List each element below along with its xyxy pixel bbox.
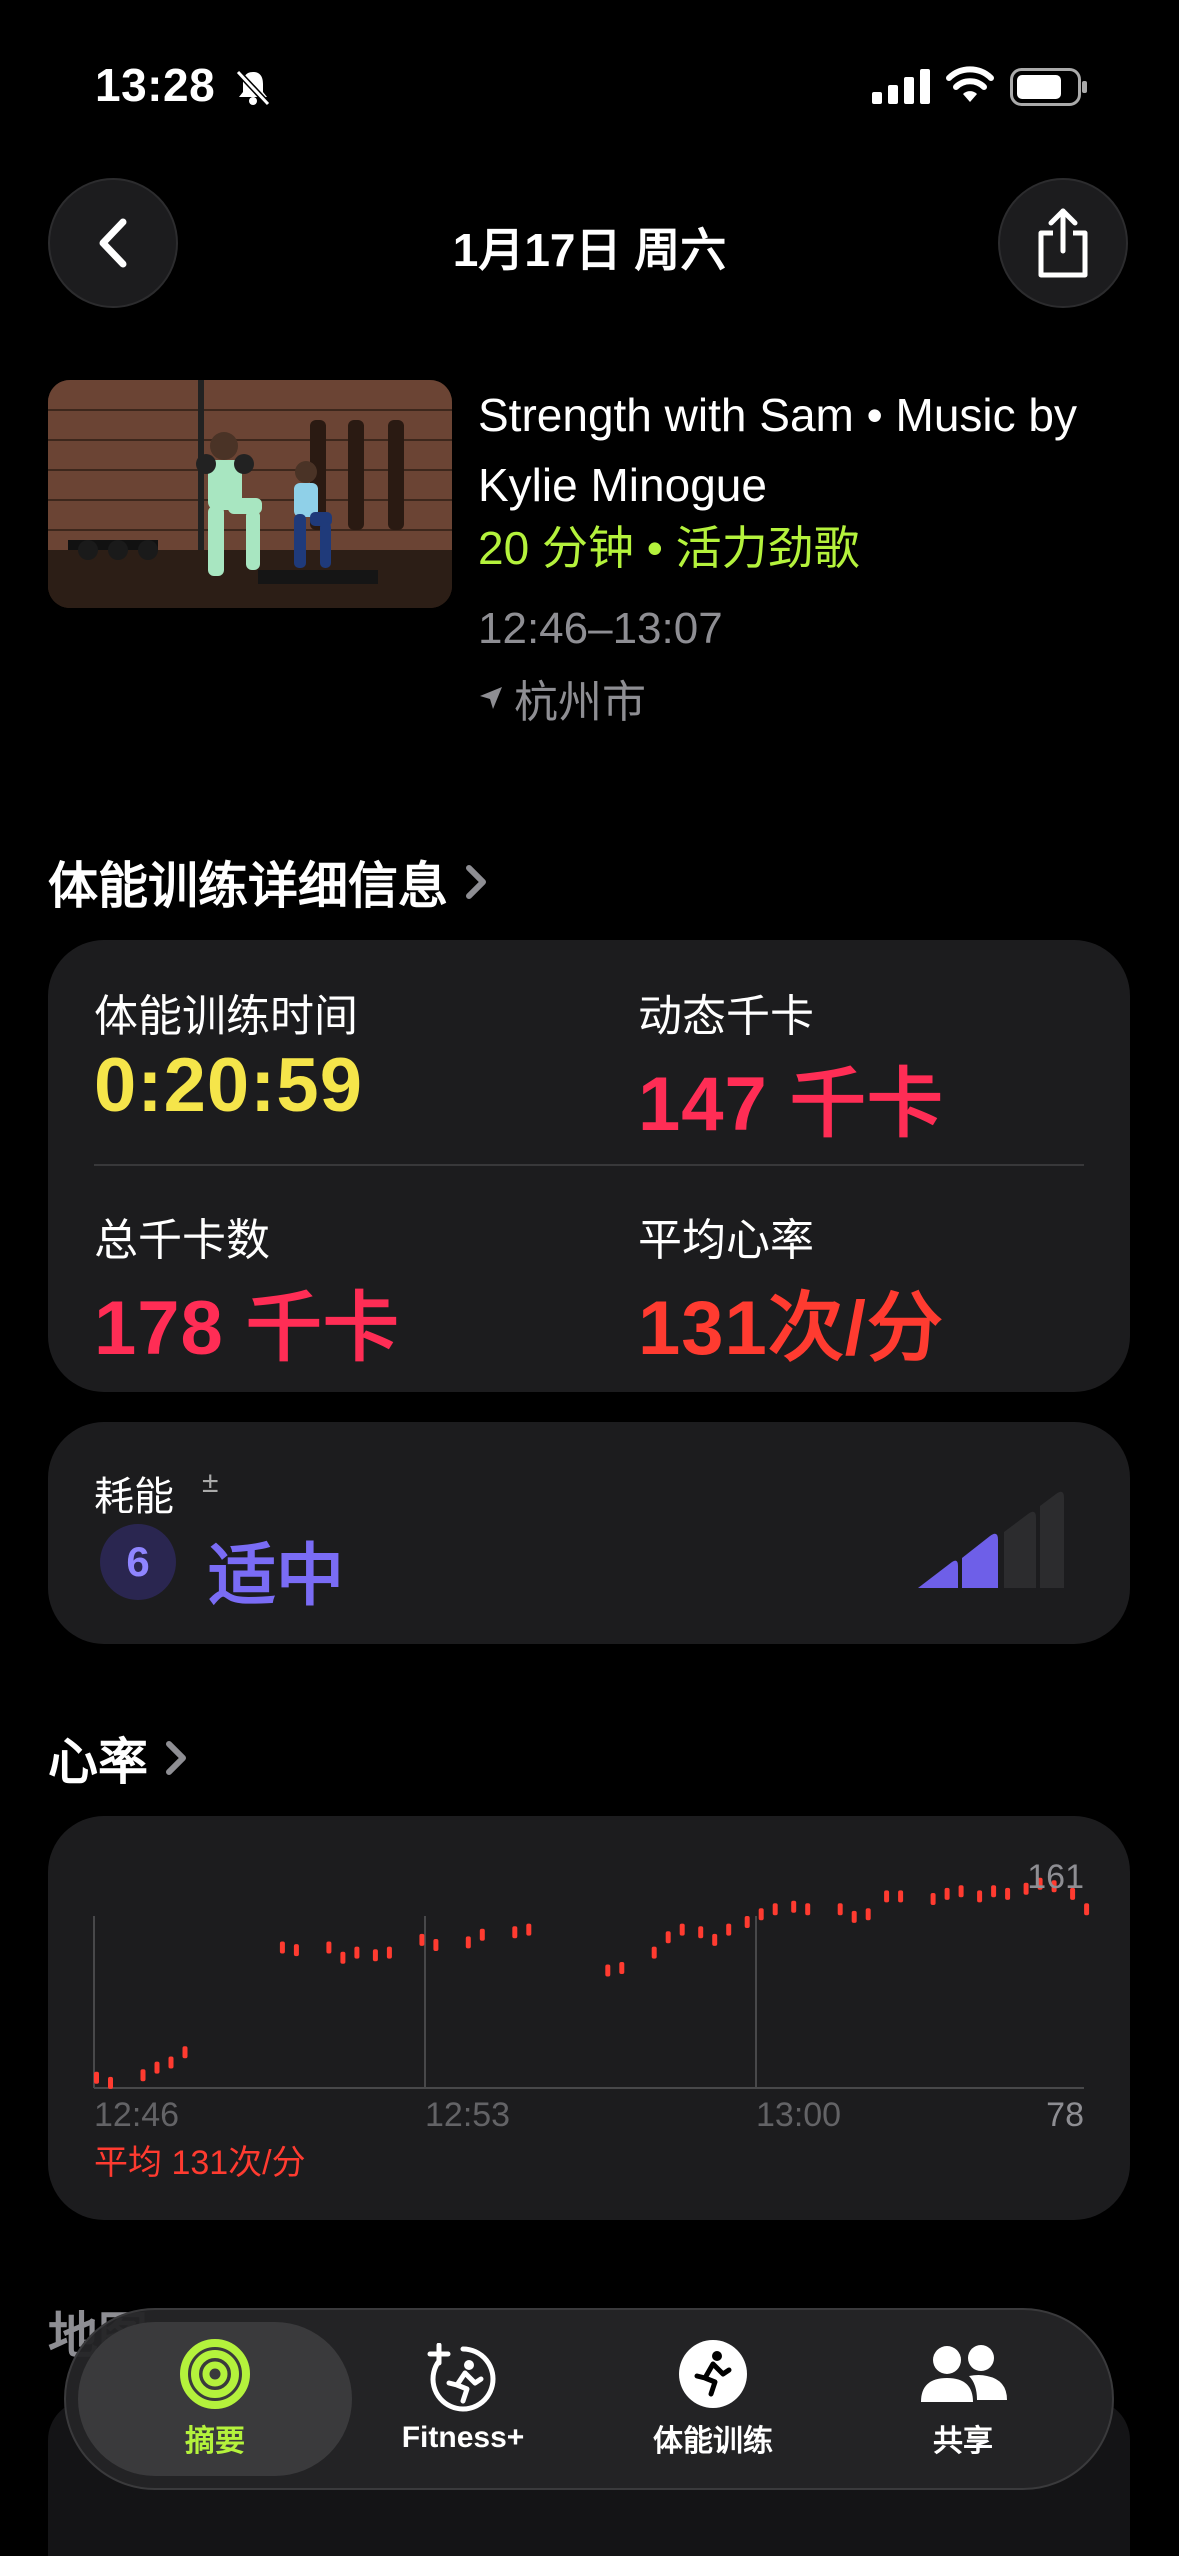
- details-section-header[interactable]: 体能训练详细信息: [48, 846, 490, 918]
- heart-rate-point: [698, 1926, 704, 1939]
- metric-avg-heart-rate-label: 平均心率: [638, 1216, 814, 1265]
- share-icon: [1038, 208, 1088, 278]
- heart-rate-point: [944, 1887, 950, 1900]
- metric-duration-label: 体能训练时间: [94, 992, 358, 1041]
- workout-video-image: [48, 380, 452, 608]
- details-section-title: 体能训练详细信息: [48, 858, 448, 914]
- activity-rings-icon: [180, 2339, 250, 2409]
- location-arrow-icon: [480, 687, 502, 709]
- workout-thumbnail[interactable]: [48, 380, 452, 608]
- cellular-signal-icon: [872, 69, 930, 104]
- status-time: 13:28: [95, 59, 216, 111]
- tab-label: 共享: [933, 2425, 993, 2458]
- heart-rate-point: [386, 1946, 392, 1959]
- heart-rate-point: [340, 1951, 346, 1964]
- heart-rate-point: [605, 1964, 611, 1977]
- heart-rate-point: [465, 1936, 471, 1949]
- heart-rate-point: [154, 2061, 160, 2074]
- tab-label: 摘要: [185, 2425, 245, 2458]
- heart-rate-point: [865, 1908, 871, 1921]
- heart-rate-point: [419, 1933, 425, 1946]
- tab-label: 体能训练: [653, 2425, 773, 2458]
- heart-rate-point: [791, 1900, 797, 1913]
- heart-rate-point: [851, 1910, 857, 1923]
- heart-rate-point: [168, 2056, 174, 2069]
- heart-rate-point: [898, 1890, 904, 1903]
- x-tick-label: 13:00: [756, 2096, 841, 2134]
- workout-subtitle: 20 分钟 • 活力劲歌: [478, 522, 860, 574]
- heart-rate-point: [293, 1944, 299, 1957]
- effort-plus-minus: ±: [202, 1466, 219, 1499]
- heart-rate-point: [991, 1885, 997, 1898]
- heart-rate-point: [930, 1893, 936, 1905]
- metric-duration-value: 0:20:59: [94, 1043, 363, 1128]
- heart-rate-point: [94, 2071, 99, 2084]
- heart-rate-point: [977, 1890, 983, 1903]
- heart-rate-section-header[interactable]: 心率: [48, 1722, 190, 1794]
- metric-total-calories-value: 178 千卡: [94, 1286, 400, 1371]
- heart-rate-point: [372, 1949, 378, 1962]
- tab-fitness-plus[interactable]: Fitness+: [352, 2326, 574, 2472]
- heart-rate-point: [526, 1923, 532, 1936]
- chevron-right-icon: [166, 1741, 186, 1775]
- metric-active-calories-label: 动态千卡: [638, 992, 814, 1041]
- heart-rate-point: [479, 1928, 485, 1941]
- heart-rate-section-title: 心率: [48, 1734, 148, 1790]
- tab-label: Fitness+: [401, 2421, 525, 2454]
- tab-summary[interactable]: 摘要: [78, 2326, 352, 2472]
- heart-rate-point: [182, 2046, 188, 2059]
- heart-rate-point: [651, 1946, 657, 1959]
- effort-label: 耗能: [94, 1475, 174, 1519]
- heart-rate-point: [837, 1903, 843, 1916]
- tab-sharing[interactable]: 共享: [852, 2326, 1074, 2472]
- heart-rate-point: [772, 1903, 778, 1916]
- effort-bars-icon: [918, 1491, 1064, 1588]
- heart-rate-point: [433, 1939, 439, 1951]
- heart-rate-point: [679, 1923, 685, 1936]
- heart-rate-point: [958, 1885, 964, 1898]
- metric-active-calories-value: 147 千卡: [638, 1062, 944, 1147]
- heart-rate-point: [354, 1946, 360, 1959]
- heart-rate-point: [140, 2069, 146, 2082]
- battery-icon: [1010, 68, 1087, 106]
- heart-rate-point: [512, 1926, 518, 1939]
- x-tick-label: 12:53: [425, 2096, 510, 2134]
- metric-avg-heart-rate-value: 131次/分: [638, 1286, 944, 1371]
- location-text: 杭州市: [514, 678, 646, 727]
- heart-rate-point: [726, 1923, 732, 1936]
- workout-runner-icon: [679, 2340, 747, 2408]
- heart-rate-average: 平均 131次/分: [94, 2144, 306, 2182]
- heart-rate-point: [1084, 1903, 1090, 1916]
- workout-location: 杭州市: [478, 666, 646, 730]
- x-tick-label: 12:46: [94, 2096, 179, 2134]
- heart-rate-point: [279, 1941, 285, 1954]
- silent-bell-icon: [235, 69, 271, 107]
- heart-rate-chart: 161 78 12:46 12:53 13:00 平均 131次/分: [93, 1858, 1090, 2182]
- workout-title: Strength with Sam • Music by Kylie Minog…: [478, 389, 1077, 511]
- heart-rate-point: [884, 1890, 890, 1903]
- metrics-divider: [94, 1164, 1084, 1166]
- fitness-plus-icon: [427, 2343, 496, 2412]
- chevron-right-icon: [466, 865, 486, 899]
- heart-rate-point: [805, 1903, 811, 1916]
- effort-level-badge: 6: [100, 1524, 176, 1600]
- heart-rate-point: [665, 1931, 671, 1944]
- heart-rate-point: [1005, 1887, 1011, 1900]
- workout-time-range: 12:46–13:07: [478, 604, 723, 653]
- heart-rate-point: [758, 1908, 764, 1921]
- heart-rate-point: [712, 1933, 718, 1946]
- heart-rate-point: [744, 1916, 750, 1928]
- heart-rate-point: [619, 1962, 625, 1974]
- heart-rate-point: [326, 1941, 332, 1954]
- effort-level-text: 适中: [208, 1538, 345, 1614]
- y-min-label: 78: [1046, 2096, 1084, 2134]
- people-icon: [921, 2345, 1007, 2402]
- wifi-icon: [946, 66, 994, 102]
- y-max-label: 161: [1027, 1858, 1084, 1896]
- heart-rate-point: [108, 2076, 113, 2089]
- metric-total-calories-label: 总千卡数: [94, 1216, 270, 1265]
- tab-workouts[interactable]: 体能训练: [602, 2326, 824, 2472]
- share-button[interactable]: [998, 178, 1128, 308]
